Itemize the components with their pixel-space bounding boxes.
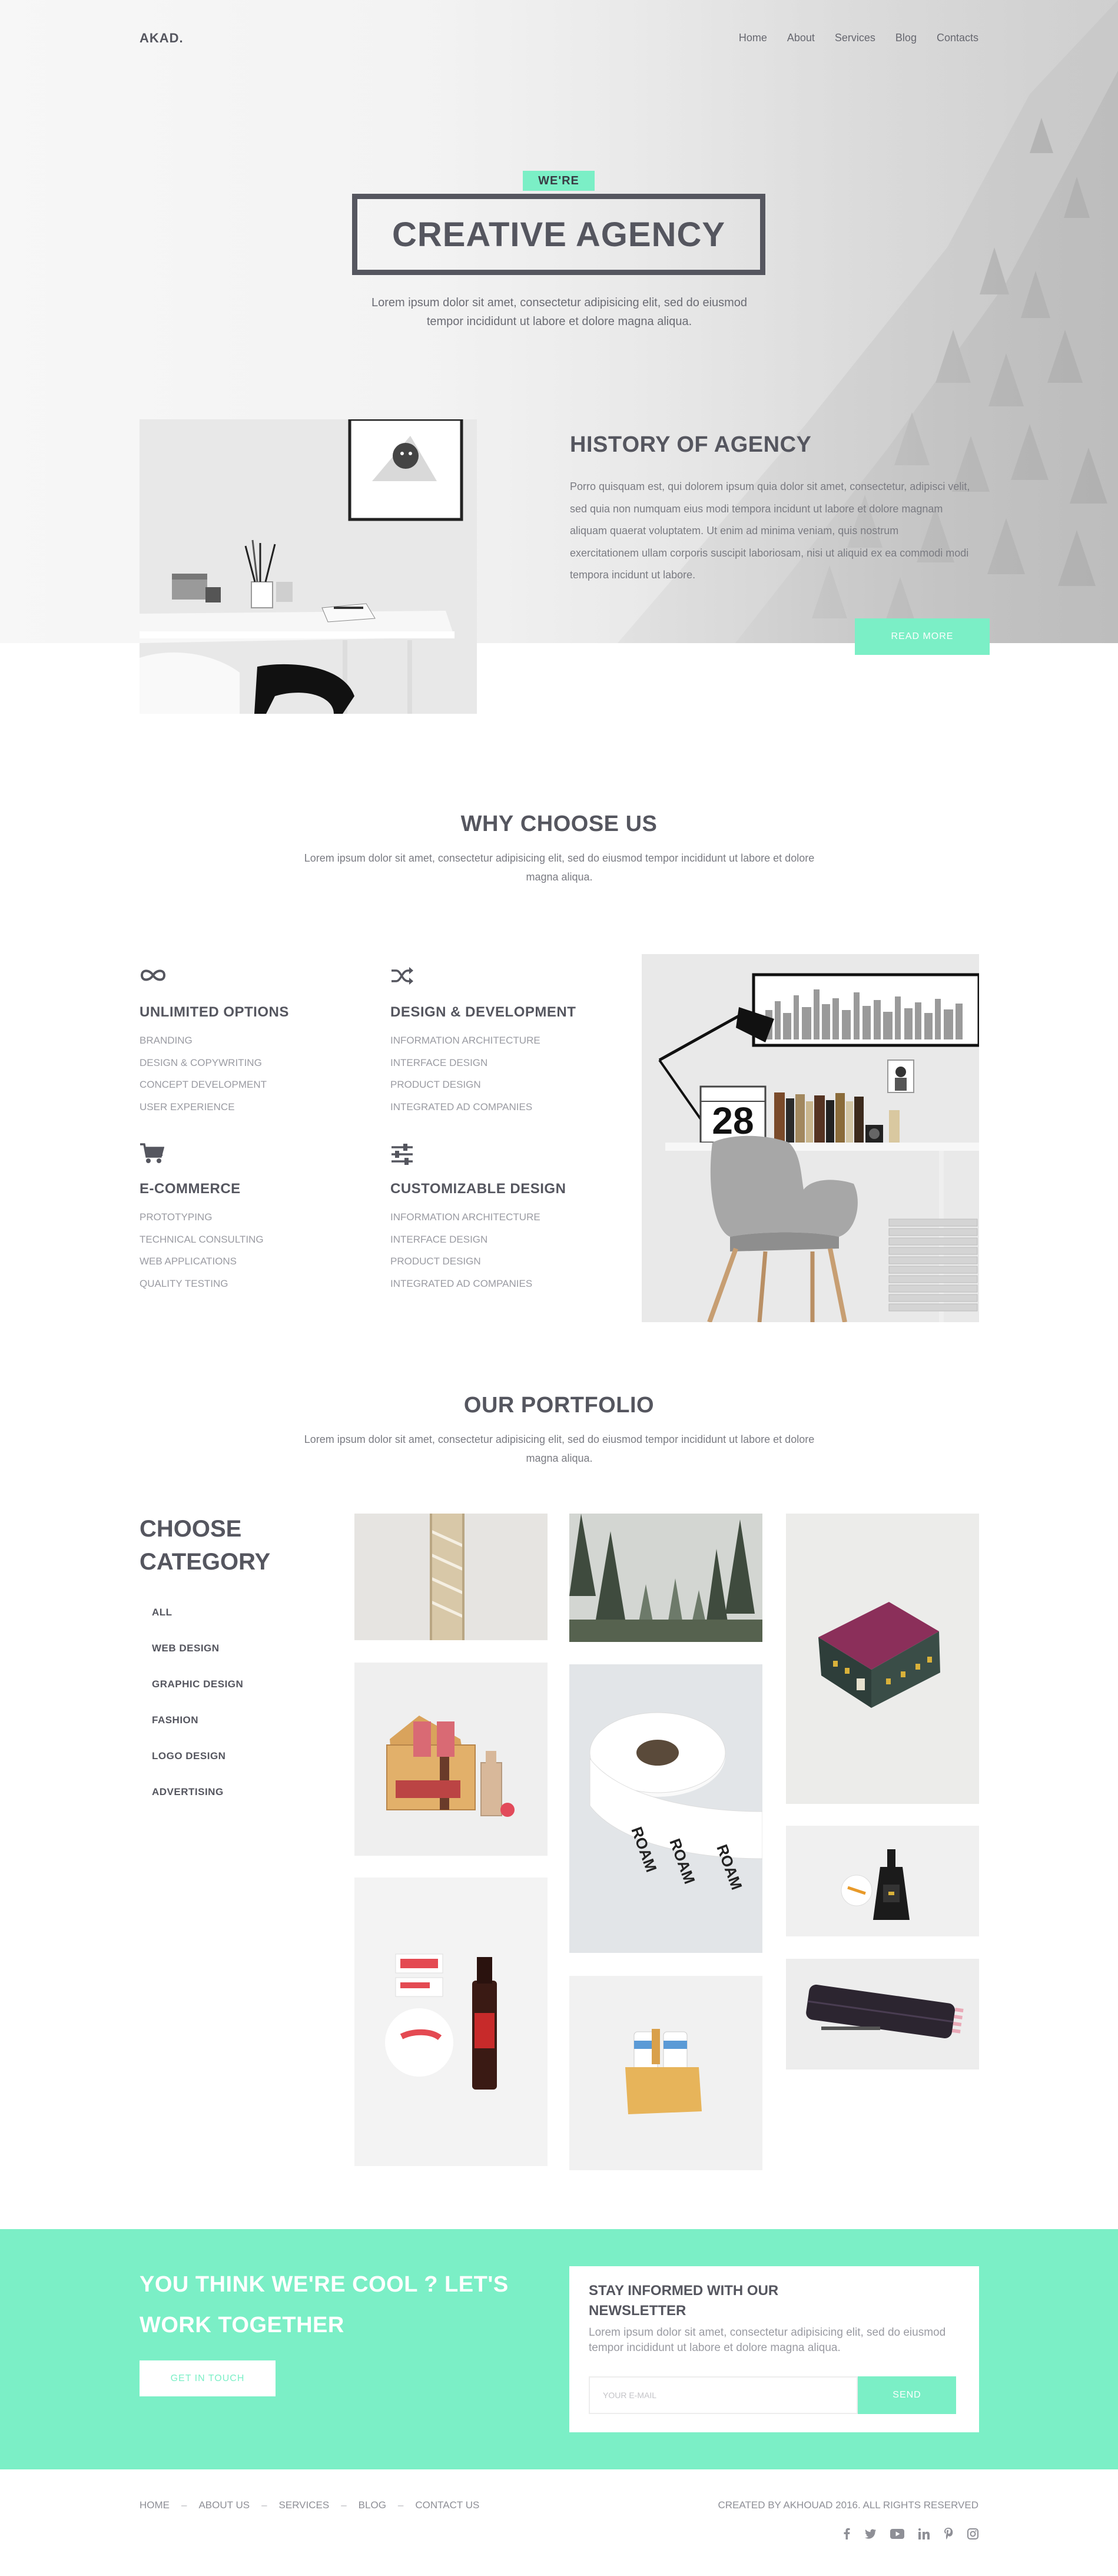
separator: – [397, 2499, 404, 2511]
get-in-touch-button[interactable]: GET IN TOUCH [140, 2360, 276, 2396]
feature-list-ecommerce: PROTOTYPING TECHNICAL CONSULTING WEB APP… [140, 1206, 264, 1294]
list-item: INTERFACE DESIGN [390, 1233, 488, 1245]
why-subtitle: Lorem ipsum dolor sit amet, consectetur … [304, 852, 815, 883]
list-item: INFORMATION ARCHITECTURE [390, 1035, 540, 1046]
nav-blog[interactable]: Blog [895, 32, 917, 44]
portfolio-item-foggy-forest[interactable] [569, 1514, 762, 1642]
list-item: PRODUCT DESIGN [390, 1256, 481, 1267]
list-item: INTERFACE DESIGN [390, 1057, 488, 1068]
list-item: BRANDING [140, 1035, 193, 1046]
list-item: DESIGN & COPYWRITING [140, 1057, 262, 1068]
twitter-icon[interactable] [864, 2528, 876, 2539]
footer-nav: HOME – ABOUT US – SERVICES – BLOG – CONT… [140, 2499, 479, 2511]
feature-title-design: DESIGN & DEVELOPMENT [390, 1004, 576, 1020]
newsletter-title: STAY INFORMED WITH OUR NEWSLETTER [589, 2283, 779, 2319]
desk-photo [140, 419, 477, 714]
list-item: INTEGRATED AD COMPANIES [390, 1101, 533, 1112]
portfolio-item-staircase[interactable] [354, 1514, 548, 1640]
nav-contacts[interactable]: Contacts [937, 32, 978, 44]
portfolio-subtitle: Lorem ipsum dolor sit amet, consectetur … [304, 1433, 815, 1464]
footer-link-about[interactable]: ABOUT US [198, 2499, 250, 2511]
shuffle-icon [392, 967, 413, 985]
cta-title: YOU THINK WE'RE COOL ? LET'S WORK TOGETH… [140, 2272, 509, 2337]
separator: – [261, 2499, 267, 2511]
logo[interactable]: AKAD. [140, 31, 184, 46]
category-advertising[interactable]: ADVERTISING [152, 1786, 224, 1798]
list-item: CONCEPT DEVELOPMENT [140, 1079, 267, 1090]
category-all[interactable]: ALL [152, 1607, 172, 1618]
why-title: WHY CHOOSE US [460, 812, 658, 836]
workspace-photo: 28 [642, 954, 979, 1322]
category-web-design[interactable]: WEB DESIGN [152, 1643, 220, 1654]
portfolio-item-bottle-branding[interactable] [354, 1878, 548, 2166]
youtube-icon[interactable] [890, 2528, 904, 2539]
copyright: CREATED BY AKHOUAD 2016. ALL RIGHTS RESE… [718, 2499, 978, 2511]
send-button[interactable]: SEND [858, 2376, 956, 2414]
nav-home[interactable]: Home [739, 32, 767, 44]
facebook-icon[interactable] [843, 2528, 850, 2539]
pinterest-icon[interactable] [944, 2528, 953, 2539]
feature-list-unlimited: BRANDING DESIGN & COPYWRITING CONCEPT DE… [140, 1029, 267, 1118]
instagram-icon[interactable] [967, 2528, 978, 2539]
portfolio-item-milk-carrier[interactable] [569, 1976, 762, 2170]
separator: – [341, 2499, 347, 2511]
category-logo-design[interactable]: LOGO DESIGN [152, 1750, 225, 1762]
hero-subtitle: Lorem ipsum dolor sit amet, consectetur … [371, 296, 748, 328]
footer-link-contact[interactable]: CONTACT US [415, 2499, 479, 2511]
history-title: HISTORY OF AGENCY [570, 432, 812, 457]
list-item: INFORMATION ARCHITECTURE [390, 1211, 540, 1223]
hero-tag: WE'RE [523, 171, 595, 191]
feature-list-design: INFORMATION ARCHITECTURE INTERFACE DESIG… [390, 1029, 540, 1118]
portfolio-item-bottle-carrier[interactable] [354, 1663, 548, 1856]
category-heading: CHOOSE CATEGORY [140, 1516, 271, 1575]
feature-title-customizable: CUSTOMIZABLE DESIGN [390, 1181, 566, 1197]
footer-link-home[interactable]: HOME [140, 2499, 170, 2511]
cart-icon [140, 1143, 164, 1163]
feature-title-unlimited: UNLIMITED OPTIONS [140, 1004, 289, 1020]
list-item: USER EXPERIENCE [140, 1101, 235, 1112]
category-graphic-design[interactable]: GRAPHIC DESIGN [152, 1678, 243, 1690]
list-item: QUALITY TESTING [140, 1277, 228, 1289]
feature-title-ecommerce: E-COMMERCE [140, 1181, 241, 1197]
linkedin-icon[interactable] [918, 2528, 930, 2539]
portfolio-item-tape-roll[interactable]: ROAM ROAM ROAM [569, 1664, 762, 1953]
calendar-number: 28 [712, 1100, 754, 1142]
hero-title: CREATIVE AGENCY [352, 194, 765, 275]
list-item: PRODUCT DESIGN [390, 1079, 481, 1090]
portfolio-item-house-box[interactable] [786, 1514, 979, 1804]
portfolio-item-pencils[interactable] [786, 1959, 979, 2070]
footer-link-services[interactable]: SERVICES [279, 2499, 330, 2511]
history-text: Porro quisquam est, qui dolorem ipsum qu… [570, 481, 970, 581]
newsletter-text: Lorem ipsum dolor sit amet, consectetur … [589, 2326, 946, 2354]
list-item: TECHNICAL CONSULTING [140, 1233, 264, 1245]
main-nav: Home About Services Blog Contacts [739, 32, 978, 44]
email-input[interactable]: YOUR E-MAIL [589, 2376, 858, 2414]
read-more-button[interactable]: READ MORE [855, 618, 990, 655]
portfolio-item-black-bottle[interactable] [786, 1826, 979, 1936]
nav-services[interactable]: Services [835, 32, 875, 44]
separator: – [181, 2499, 187, 2511]
infinity-icon [140, 969, 166, 981]
footer-link-blog[interactable]: BLOG [359, 2499, 386, 2511]
sliders-icon [392, 1144, 413, 1165]
social-links [843, 2528, 978, 2539]
nav-about[interactable]: About [787, 32, 815, 44]
list-item: INTEGRATED AD COMPANIES [390, 1277, 533, 1289]
portfolio-title: OUR PORTFOLIO [463, 1393, 655, 1418]
feature-list-customizable: INFORMATION ARCHITECTURE INTERFACE DESIG… [390, 1206, 540, 1294]
list-item: WEB APPLICATIONS [140, 1256, 237, 1267]
category-fashion[interactable]: FASHION [152, 1714, 198, 1726]
list-item: PROTOTYPING [140, 1211, 213, 1223]
